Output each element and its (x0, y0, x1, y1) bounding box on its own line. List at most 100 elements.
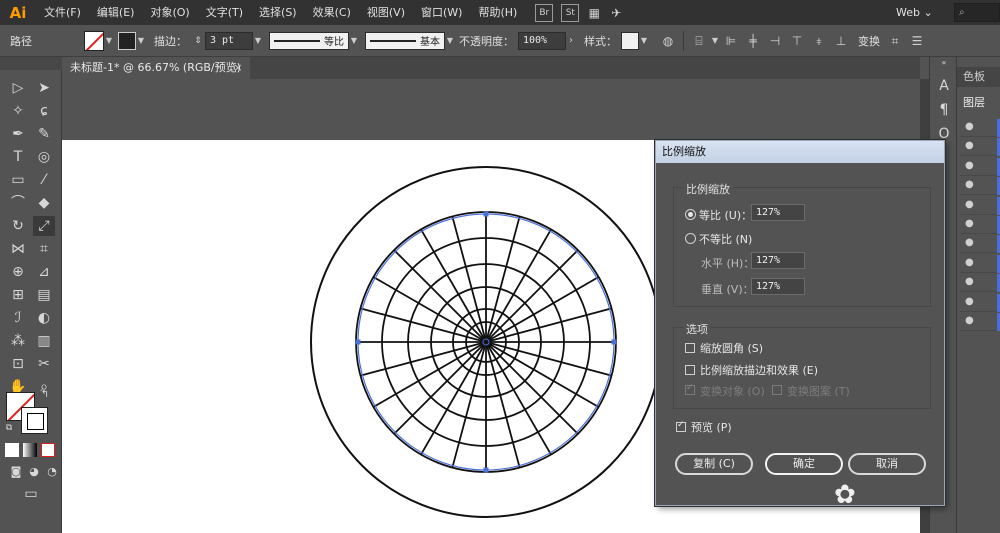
layer-row[interactable]: ● (960, 254, 1000, 273)
chevron-down-icon[interactable]: ▼ (136, 36, 146, 45)
layer-row[interactable]: ● (960, 157, 1000, 176)
brush-definition[interactable]: 基本 (365, 31, 445, 50)
layer-row[interactable]: ● (960, 138, 1000, 157)
none-mode-icon[interactable] (41, 443, 55, 457)
menu-help[interactable]: 帮助(H) (470, 0, 525, 25)
menu-window[interactable]: 窗口(W) (413, 0, 470, 25)
menu-select[interactable]: 选择(S) (251, 0, 305, 25)
layer-row[interactable]: ● (960, 293, 1000, 312)
visibility-eye-icon[interactable]: ● (965, 199, 974, 210)
visibility-eye-icon[interactable]: ● (965, 237, 974, 248)
visibility-eye-icon[interactable]: ● (965, 121, 974, 132)
chevron-down-icon[interactable]: ▼ (349, 36, 359, 45)
gradient-mode-icon[interactable] (23, 443, 37, 457)
chevron-down-icon[interactable]: ▼ (104, 36, 114, 45)
slice-tool-icon[interactable]: ✂ (33, 354, 55, 374)
swap-fill-stroke-icon[interactable]: ↰ (38, 388, 52, 402)
cancel-button[interactable]: 取消 (848, 453, 926, 475)
paragraph-icon[interactable]: ¶ (930, 99, 958, 121)
opacity-input[interactable]: 100% (518, 31, 566, 50)
toolbar-collapse-bar[interactable] (0, 57, 62, 70)
scale-tool-icon[interactable]: ⤢ (33, 216, 55, 236)
type-tool-icon[interactable]: T (7, 147, 29, 167)
help-search-input[interactable]: ⌕ (954, 3, 1000, 22)
character-icon[interactable]: A (930, 75, 958, 97)
shaper-tool-icon[interactable]: ⌒ (7, 193, 29, 213)
layer-row[interactable]: ● (960, 274, 1000, 293)
blend-tool-icon[interactable]: ◐ (33, 308, 55, 328)
selection-tool-icon[interactable]: ▷ (7, 78, 29, 98)
visibility-eye-icon[interactable]: ● (965, 276, 974, 287)
curvature-tool-icon[interactable]: ✎ (33, 124, 55, 144)
arrange-documents-icon[interactable]: ▦ (585, 4, 603, 22)
artboard-tool-icon[interactable]: ⊡ (7, 354, 29, 374)
scale-strokes-checkbox[interactable] (685, 365, 695, 375)
chevron-down-icon[interactable]: ▼ (445, 36, 455, 45)
align-middle-icon[interactable]: ⧧ (810, 32, 828, 50)
workspace-switcher[interactable]: Web ⌄ (888, 3, 946, 22)
eraser-tool-icon[interactable]: ◆ (33, 193, 55, 213)
mesh-tool-icon[interactable]: ⊞ (7, 285, 29, 305)
menu-type[interactable]: 文字(T) (198, 0, 251, 25)
recolor-artwork-icon[interactable]: ◍ (659, 32, 677, 50)
visibility-eye-icon[interactable]: ● (965, 257, 974, 268)
chevron-down-icon[interactable]: ▼ (639, 36, 649, 45)
variable-width-profile[interactable]: 等比 (269, 31, 349, 50)
magic-wand-tool-icon[interactable]: ✧ (7, 101, 29, 121)
free-transform-tool-icon[interactable]: ⌗ (33, 239, 55, 259)
tab-swatches[interactable]: 色板 (957, 67, 1000, 87)
width-tool-icon[interactable]: ⋈ (7, 239, 29, 259)
gpu-performance-icon[interactable]: ✈ (607, 4, 625, 22)
align-bottom-icon[interactable]: ⊥ (832, 32, 850, 50)
layer-row[interactable]: ● (960, 216, 1000, 234)
tab-layers[interactable]: 图层 (957, 93, 1000, 113)
document-tab[interactable]: 未标题-1* @ 66.67% (RGB/预览) (62, 57, 250, 79)
visibility-eye-icon[interactable]: ● (965, 179, 974, 190)
transform-link[interactable]: 变换 (858, 33, 880, 49)
layer-row[interactable]: ● (960, 313, 1000, 331)
close-icon[interactable]: × (230, 57, 246, 79)
expand-panels-icon[interactable]: « (930, 57, 958, 69)
color-mode-icon[interactable] (5, 443, 19, 457)
preview-checkbox[interactable] (676, 420, 686, 432)
chevron-down-icon[interactable]: ▼ (253, 36, 263, 45)
layer-row[interactable]: ● (960, 177, 1000, 196)
menu-effect[interactable]: 效果(C) (305, 0, 359, 25)
vertical-scale-input[interactable]: 127% (751, 278, 805, 295)
chevron-down-icon[interactable]: ▼ (710, 36, 720, 45)
perspective-grid-tool-icon[interactable]: ⊿ (33, 262, 55, 282)
align-right-icon[interactable]: ⊣ (766, 32, 784, 50)
draw-inside-icon[interactable]: ◔ (41, 462, 63, 482)
paintbrush-tool-icon[interactable]: ⁄ (33, 170, 55, 190)
align-to-icon[interactable]: ⌸ (690, 32, 708, 50)
graphic-style-swatch[interactable] (621, 31, 639, 50)
menu-object[interactable]: 对象(O) (142, 0, 197, 25)
direct-selection-tool-icon[interactable]: ➤ (33, 78, 55, 98)
visibility-eye-icon[interactable]: ● (965, 140, 974, 151)
scale-corners-checkbox[interactable] (685, 343, 695, 353)
visibility-eye-icon[interactable]: ● (965, 218, 974, 229)
isolate-icon[interactable]: ⌗ (886, 32, 904, 50)
dialog-title[interactable]: 比例缩放 (656, 141, 944, 163)
stepper-icon[interactable]: ⇕ (193, 32, 203, 50)
fill-none-swatch[interactable] (84, 30, 104, 51)
symbol-sprayer-tool-icon[interactable]: ⁂ (7, 331, 29, 351)
shape-builder-tool-icon[interactable]: ⊕ (7, 262, 29, 282)
bridge-button[interactable]: Br (535, 3, 554, 22)
uniform-radio[interactable] (685, 209, 696, 220)
rotate-tool-icon[interactable]: ↻ (7, 216, 29, 236)
eyedropper-tool-icon[interactable]: ℐ (7, 308, 29, 328)
default-colors-icon[interactable]: ⧉ (3, 422, 15, 434)
non-uniform-radio[interactable] (685, 233, 696, 244)
menu-view[interactable]: 视图(V) (359, 0, 413, 25)
align-left-icon[interactable]: ⊫ (722, 32, 740, 50)
spiral-tool-icon[interactable]: ◎ (33, 147, 55, 167)
uniform-scale-input[interactable]: 127% (751, 204, 805, 221)
pen-tool-icon[interactable]: ✒ (7, 124, 29, 144)
layer-row[interactable]: ● (960, 235, 1000, 254)
stock-button[interactable]: St (561, 3, 580, 22)
rectangle-tool-icon[interactable]: ▭ (7, 170, 29, 190)
screen-mode-icon[interactable]: ▭ (20, 484, 42, 504)
menu-file[interactable]: 文件(F) (36, 0, 89, 25)
column-graph-tool-icon[interactable]: ▥ (33, 331, 55, 351)
